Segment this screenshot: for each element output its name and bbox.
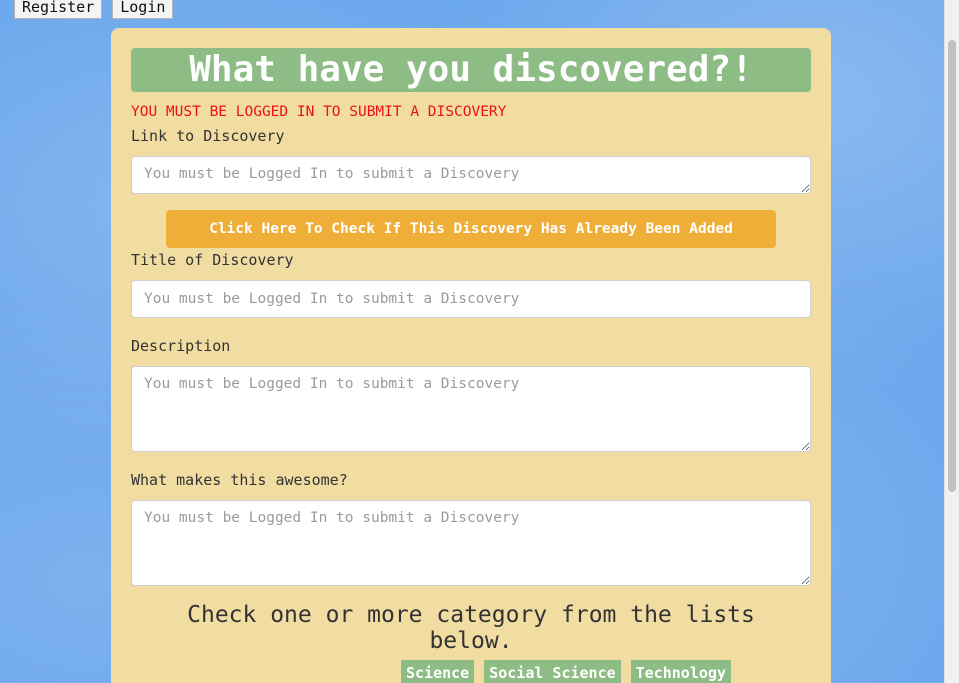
- login-button[interactable]: Login: [112, 0, 174, 19]
- category-tab-social-science[interactable]: Social Science: [484, 660, 621, 683]
- discovery-form-card: What have you discovered?! YOU MUST BE L…: [111, 28, 831, 683]
- title-input[interactable]: [131, 280, 811, 318]
- check-duplicate-button[interactable]: Click Here To Check If This Discovery Ha…: [166, 210, 776, 248]
- page-scrollbar[interactable]: [944, 0, 959, 683]
- category-tabs: Science Social Science Technology: [401, 660, 731, 683]
- description-label: Description: [131, 337, 231, 355]
- awesome-input[interactable]: [131, 500, 811, 586]
- register-button[interactable]: Register: [14, 0, 103, 19]
- awesome-label: What makes this awesome?: [131, 471, 348, 489]
- login-warning: YOU MUST BE LOGGED IN TO SUBMIT A DISCOV…: [131, 104, 507, 120]
- page-title: What have you discovered?!: [131, 48, 811, 92]
- category-tab-science[interactable]: Science: [401, 660, 475, 683]
- link-input[interactable]: [131, 156, 811, 194]
- link-label: Link to Discovery: [131, 127, 285, 145]
- scrollbar-thumb[interactable]: [948, 40, 956, 492]
- top-nav: Register Login: [14, 0, 174, 19]
- description-input[interactable]: [131, 366, 811, 452]
- category-tab-technology[interactable]: Technology: [630, 660, 731, 683]
- category-heading: Check one or more category from the list…: [187, 602, 755, 654]
- title-label: Title of Discovery: [131, 251, 294, 269]
